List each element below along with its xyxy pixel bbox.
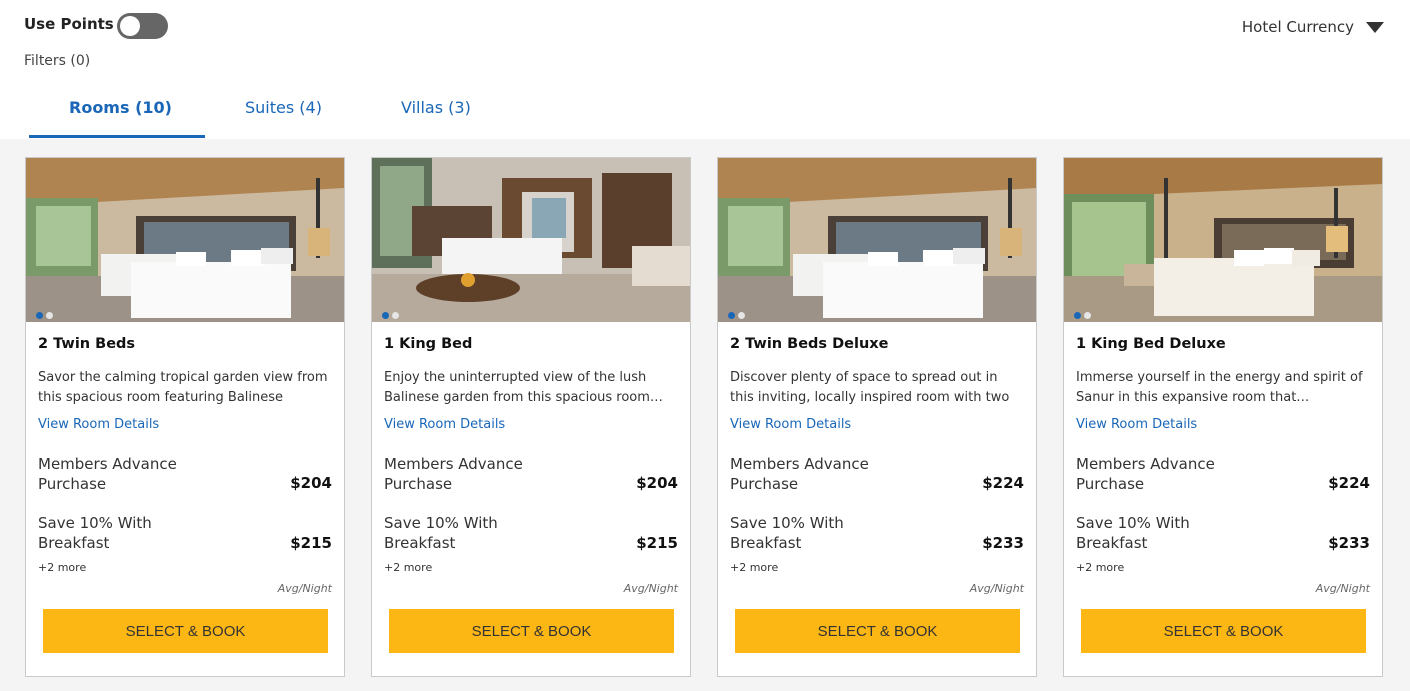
more-rates-link[interactable]: +2 more	[384, 561, 432, 574]
room-description: Savor the calming tropical garden view f…	[38, 370, 328, 405]
rate-price: $224	[1328, 474, 1370, 492]
active-tab-indicator	[29, 135, 205, 138]
rate-price: $224	[982, 474, 1024, 492]
carousel-dot-active[interactable]	[382, 312, 389, 319]
rate-name: Save 10% With Breakfast	[38, 514, 152, 552]
rate-name: Save 10% With Breakfast	[1076, 514, 1190, 552]
room-description: Discover plenty of space to spread out i…	[730, 370, 1010, 405]
view-room-details-link[interactable]: View Room Details	[730, 417, 851, 432]
rate-name: Members Advance Purchase	[38, 455, 177, 493]
rate-price: $204	[290, 474, 332, 492]
carousel-dot[interactable]	[1084, 312, 1091, 319]
tab-rooms[interactable]: Rooms (10)	[69, 98, 172, 117]
avg-night-label: Avg/Night	[1315, 582, 1370, 595]
carousel-dot-active[interactable]	[1074, 312, 1081, 319]
room-title: 1 King Bed	[384, 336, 473, 352]
toggle-knob	[120, 16, 140, 36]
room-card: 1 King Bed Enjoy the uninterrupted view …	[371, 157, 691, 677]
carousel-dot[interactable]	[392, 312, 399, 319]
carousel-dot[interactable]	[738, 312, 745, 319]
select-book-button[interactable]: SELECT & BOOK	[735, 609, 1020, 653]
rate-price: $233	[982, 534, 1024, 552]
more-rates-link[interactable]: +2 more	[38, 561, 86, 574]
rate-price: $215	[636, 534, 678, 552]
room-title: 2 Twin Beds Deluxe	[730, 336, 889, 352]
chevron-down-icon[interactable]	[1366, 22, 1384, 33]
room-card: 2 Twin Beds Deluxe Discover plenty of sp…	[717, 157, 1037, 677]
use-points-label: Use Points	[24, 15, 114, 33]
room-photo[interactable]	[1064, 158, 1382, 322]
room-description: Enjoy the uninterrupted view of the lush…	[384, 370, 663, 405]
rate-price: $204	[636, 474, 678, 492]
tab-villas[interactable]: Villas (3)	[401, 98, 471, 117]
room-photo[interactable]	[718, 158, 1036, 322]
room-card: 2 Twin Beds Savor the calming tropical g…	[25, 157, 345, 677]
currency-select[interactable]: Hotel Currency	[1242, 18, 1354, 36]
room-description: Immerse yourself in the energy and spiri…	[1076, 370, 1363, 405]
carousel-dots[interactable]	[728, 304, 748, 322]
carousel-dot-active[interactable]	[36, 312, 43, 319]
select-book-button[interactable]: SELECT & BOOK	[1081, 609, 1366, 653]
rate-price: $233	[1328, 534, 1370, 552]
more-rates-link[interactable]: +2 more	[1076, 561, 1124, 574]
booking-header: Use Points Filters (0) Hotel Currency Ro…	[0, 0, 1410, 139]
avg-night-label: Avg/Night	[969, 582, 1024, 595]
carousel-dots[interactable]	[1074, 304, 1094, 322]
rate-name: Members Advance Purchase	[730, 455, 869, 493]
rate-name: Members Advance Purchase	[384, 455, 523, 493]
carousel-dots[interactable]	[382, 304, 402, 322]
avg-night-label: Avg/Night	[277, 582, 332, 595]
room-title: 1 King Bed Deluxe	[1076, 336, 1226, 352]
room-card: 1 King Bed Deluxe Immerse yourself in th…	[1063, 157, 1383, 677]
rate-name: Save 10% With Breakfast	[384, 514, 498, 552]
select-book-button[interactable]: SELECT & BOOK	[43, 609, 328, 653]
view-room-details-link[interactable]: View Room Details	[1076, 417, 1197, 432]
view-room-details-link[interactable]: View Room Details	[384, 417, 505, 432]
select-book-button[interactable]: SELECT & BOOK	[389, 609, 674, 653]
rate-name: Save 10% With Breakfast	[730, 514, 844, 552]
room-title: 2 Twin Beds	[38, 336, 136, 352]
use-points-toggle[interactable]	[117, 13, 168, 39]
carousel-dot-active[interactable]	[728, 312, 735, 319]
room-photo[interactable]	[372, 158, 690, 322]
carousel-dot[interactable]	[46, 312, 53, 319]
avg-night-label: Avg/Night	[623, 582, 678, 595]
rate-price: $215	[290, 534, 332, 552]
tab-suites[interactable]: Suites (4)	[245, 98, 322, 117]
filters-button[interactable]: Filters (0)	[24, 53, 90, 69]
view-room-details-link[interactable]: View Room Details	[38, 417, 159, 432]
carousel-dots[interactable]	[36, 304, 56, 322]
more-rates-link[interactable]: +2 more	[730, 561, 778, 574]
room-photo[interactable]	[26, 158, 344, 322]
rate-name: Members Advance Purchase	[1076, 455, 1215, 493]
